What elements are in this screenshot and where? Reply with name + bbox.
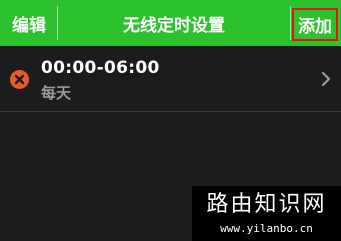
schedule-row[interactable]: 00:00-06:00 每天 xyxy=(0,46,341,112)
chevron-right-icon[interactable] xyxy=(320,71,332,87)
header-divider xyxy=(290,6,291,40)
schedule-time-range: 00:00-06:00 xyxy=(41,58,160,78)
add-button[interactable]: 添加 xyxy=(292,8,338,41)
watermark: 路由知识网 www.yilanbo.cn xyxy=(192,186,341,241)
screen: 编辑 无线定时设置 添加 00:00-06:00 每天 路由知识网 www.yi… xyxy=(0,0,341,241)
watermark-title: 路由知识网 xyxy=(206,192,327,217)
delete-circle-icon[interactable] xyxy=(10,70,29,89)
header-bar: 编辑 无线定时设置 添加 xyxy=(0,0,341,46)
schedule-repeat: 每天 xyxy=(41,84,72,102)
edit-button[interactable]: 编辑 xyxy=(0,0,58,46)
page-title: 无线定时设置 xyxy=(123,15,225,36)
watermark-url: www.yilanbo.cn xyxy=(220,222,313,235)
